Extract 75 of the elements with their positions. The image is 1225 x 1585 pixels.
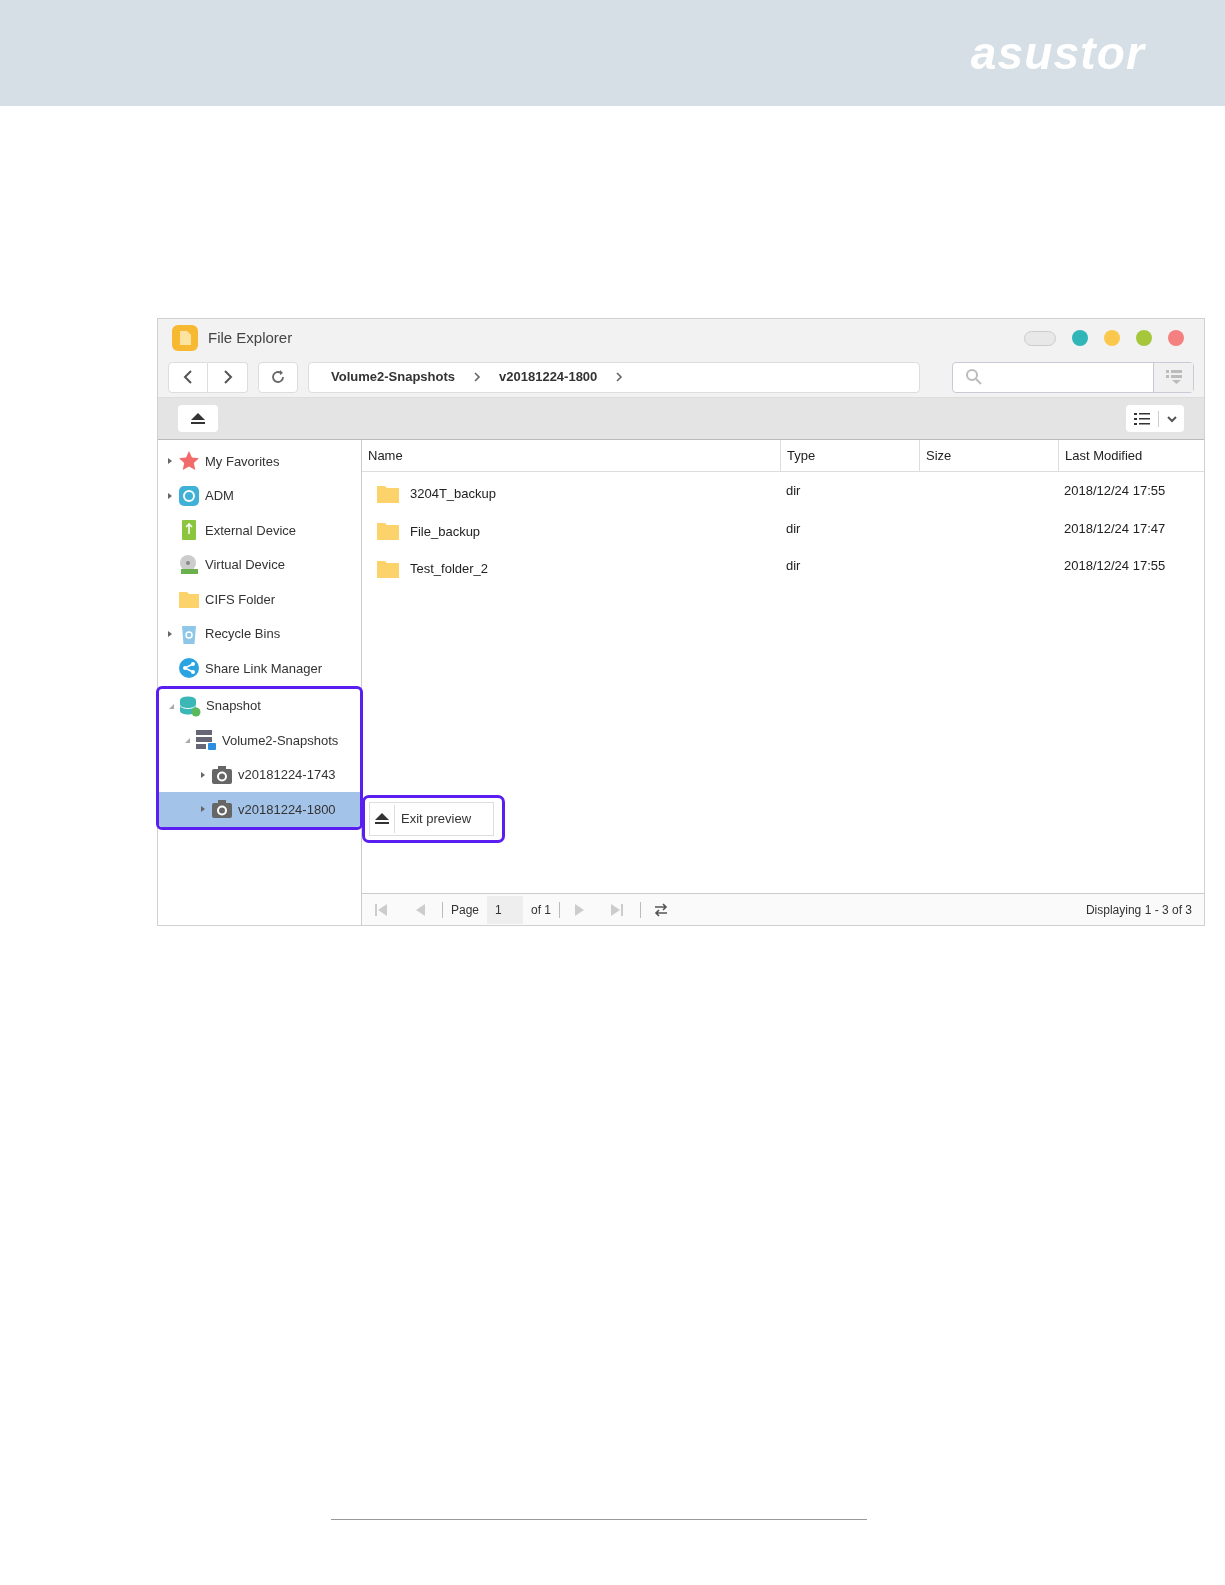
- column-header[interactable]: Size: [919, 440, 1058, 471]
- breadcrumb-item[interactable]: v20181224-1800: [499, 367, 598, 387]
- disc-drive-icon: [178, 553, 200, 576]
- adm-icon: [178, 484, 200, 507]
- caret-icon: [1166, 414, 1177, 423]
- tree-item[interactable]: Snapshot: [159, 688, 360, 723]
- first-page-icon[interactable]: [374, 902, 388, 917]
- tree-item[interactable]: Volume2-Snapshots: [159, 723, 360, 758]
- eject-button[interactable]: [178, 405, 218, 432]
- table-cell: 2018/12/24 17:55: [1064, 483, 1166, 498]
- window-title: File Explorer: [208, 327, 293, 348]
- table-cell: dir: [786, 483, 801, 498]
- search-icon: [965, 368, 983, 386]
- tree-item[interactable]: External Device: [158, 513, 361, 548]
- star-icon: [178, 450, 200, 473]
- eject-icon: [374, 813, 390, 825]
- folder-icon: [376, 521, 400, 542]
- window-control-button[interactable]: [1072, 330, 1088, 346]
- refresh-button[interactable]: [258, 361, 298, 393]
- tree-item[interactable]: CIFS Folder: [158, 582, 361, 617]
- tree-item[interactable]: v20181224-1743: [159, 757, 360, 792]
- close-button[interactable]: [1168, 330, 1184, 346]
- back-icon: [183, 370, 193, 384]
- column-header[interactable]: Last Modified: [1058, 440, 1204, 471]
- exit-preview-button[interactable]: Exit preview: [369, 802, 495, 836]
- share-icon: [178, 657, 200, 680]
- table-cell: 2018/12/24 17:55: [1064, 558, 1166, 573]
- page-label: Page: [451, 901, 480, 919]
- database-icon: [179, 694, 201, 717]
- minimize-button[interactable]: [1104, 330, 1120, 346]
- last-page-icon[interactable]: [610, 902, 625, 917]
- toggle-button[interactable]: [1024, 330, 1056, 346]
- folder-icon: [376, 558, 400, 579]
- back-button[interactable]: [168, 361, 208, 393]
- collapsed-triangle-icon[interactable]: [166, 457, 174, 466]
- tree-item[interactable]: My Favorites: [158, 444, 361, 479]
- forward-icon: [222, 370, 233, 384]
- camera-icon: [211, 763, 233, 786]
- collapsed-triangle-icon[interactable]: [166, 629, 174, 638]
- app-icon: [172, 325, 198, 351]
- previous-page-icon[interactable]: [414, 902, 426, 917]
- display-count: Displaying 1 - 3 of 3: [1085, 901, 1192, 919]
- table-cell: 2018/12/24 17:47: [1064, 520, 1166, 536]
- page-count: of 1: [531, 901, 552, 919]
- search-options-button[interactable]: [1153, 362, 1193, 392]
- page-input[interactable]: 1: [487, 895, 524, 924]
- maximize-button[interactable]: [1136, 330, 1152, 346]
- list-view-icon: [1133, 412, 1150, 425]
- collapsed-triangle-icon[interactable]: [199, 770, 207, 779]
- eject-icon: [190, 412, 206, 425]
- tree-item[interactable]: Share Link Manager: [158, 651, 361, 686]
- camera-icon: [211, 798, 233, 821]
- breadcrumb-item[interactable]: Volume2-Snapshots: [331, 367, 455, 387]
- tree-item[interactable]: v20181224-1800: [159, 792, 360, 827]
- search-field[interactable]: [952, 361, 1194, 393]
- collapsed-triangle-icon[interactable]: [199, 805, 207, 814]
- chevron-icon: [473, 372, 481, 382]
- view-mode-button[interactable]: [1126, 405, 1184, 432]
- server-icon: [195, 729, 217, 752]
- file-name[interactable]: Test_folder_2: [410, 559, 489, 579]
- tree-item[interactable]: ADM: [158, 478, 361, 513]
- collapsed-triangle-icon[interactable]: [166, 491, 174, 500]
- file-name[interactable]: File_backup: [410, 521, 481, 541]
- list-options-icon: [1164, 369, 1183, 385]
- file-name[interactable]: 3204T_backup: [410, 484, 496, 504]
- table-cell: dir: [786, 558, 801, 573]
- tree-item[interactable]: Recycle Bins: [158, 616, 361, 651]
- forward-button[interactable]: [208, 361, 248, 393]
- tree-item[interactable]: Virtual Device: [158, 547, 361, 582]
- expanded-triangle-icon[interactable]: [183, 736, 191, 745]
- table-cell: dir: [786, 520, 801, 536]
- folder-icon: [376, 483, 400, 504]
- chevron-icon: [615, 372, 624, 382]
- column-header[interactable]: Name: [362, 440, 780, 471]
- column-header[interactable]: Type: [780, 440, 919, 471]
